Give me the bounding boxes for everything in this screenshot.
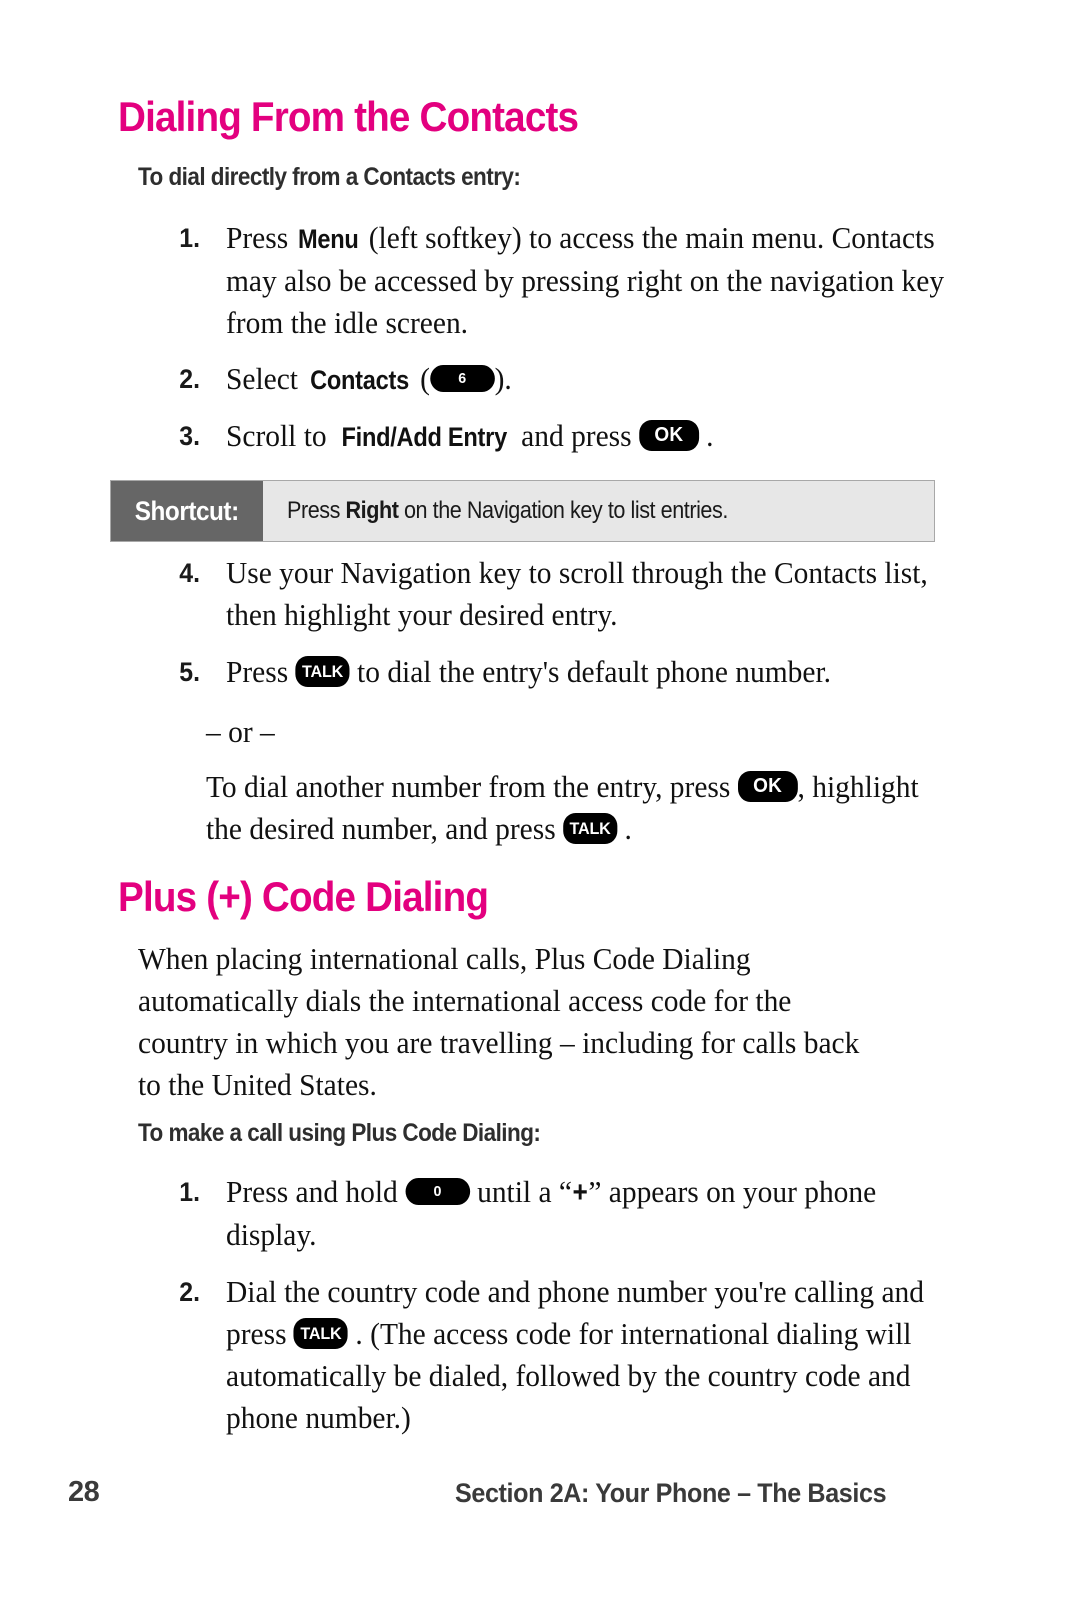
alt-text-after: .: [617, 811, 632, 846]
step-text-mid: and press: [513, 418, 639, 453]
list-number: 2.: [179, 364, 200, 394]
page-title-plus-code-dialing: Plus (+) Code Dialing: [118, 873, 489, 920]
list-item-text: Use your Navigation key to scroll throug…: [226, 555, 928, 632]
alternate-instruction-paragraph: To dial another number from the entry, p…: [206, 766, 938, 850]
plus-code-description-paragraph: When placing international calls, Plus C…: [138, 941, 860, 1102]
list-item-step-5: 5. Press TALK to dial the entry's defaul…: [160, 651, 950, 693]
subheading-to-dial-directly: To dial directly from a Contacts entry:: [138, 163, 521, 191]
list-item-text: Scroll to Find/Add Entry and press OK .: [226, 415, 948, 458]
shortcut-text-after: on the Navigation key to list entries.: [398, 497, 728, 524]
key-glyph-talk: TALK: [295, 656, 350, 688]
footer-page-number: 28: [68, 1476, 100, 1508]
shortcut-label-text: Shortcut:: [135, 495, 239, 526]
shortcut-emphasis-right: Right: [345, 497, 399, 524]
key-glyph-ok: OK: [638, 420, 699, 452]
list-number: 2.: [179, 1277, 200, 1307]
list-item-step-2: 2. Select Contacts (6).: [160, 358, 950, 401]
manual-page: Dialing From the Contacts To dial direct…: [0, 0, 1080, 1620]
page-title-dialing-from-contacts: Dialing From the Contacts: [118, 93, 579, 140]
list-number: 5.: [179, 657, 200, 687]
alt-text-before: To dial another number from the entry, p…: [206, 769, 738, 804]
list-item-text: Select Contacts (6).: [226, 358, 948, 401]
list-item-step-4: 4. Use your Navigation key to scroll thr…: [160, 552, 950, 636]
step-text-after: .: [698, 418, 714, 453]
list-item-text: Press Menu (left softkey) to access the …: [226, 217, 948, 344]
list-number: 4.: [179, 558, 200, 588]
paren-close: ).: [494, 361, 512, 396]
list-number: 1.: [179, 223, 200, 253]
key-glyph-talk: TALK: [293, 1318, 349, 1350]
paren-open: (: [412, 361, 430, 396]
shortcut-label: Shortcut:: [111, 481, 263, 541]
step-text-before: Press and hold: [226, 1174, 406, 1209]
list-item-text: Dial the country code and phone number y…: [226, 1271, 948, 1439]
emphasis-menu: Menu: [298, 224, 359, 254]
footer-section-label: Section 2A: Your Phone – The Basics: [455, 1478, 887, 1508]
step-text-before: Press: [226, 220, 296, 255]
key-glyph-6: 6: [429, 365, 495, 393]
key-glyph-ok: OK: [737, 771, 798, 803]
step-text-after: to dial the entry's default phone number…: [349, 654, 832, 689]
step-text-mid: until a “: [469, 1174, 572, 1209]
or-divider: – or –: [206, 714, 275, 749]
shortcut-text-before: Press: [287, 497, 346, 524]
list-item-plus-step-2: 2. Dial the country code and phone numbe…: [160, 1271, 960, 1439]
list-item-text: Press TALK to dial the entry's default p…: [226, 651, 948, 693]
list-item-text: Press and hold 0 until a “+” appears on …: [226, 1171, 948, 1256]
list-number: 1.: [179, 1177, 200, 1207]
shortcut-callout: Shortcut: Press Right on the Navigation …: [110, 480, 935, 542]
emphasis-contacts: Contacts: [309, 365, 409, 395]
subheading-to-make-a-call: To make a call using Plus Code Dialing:: [138, 1119, 541, 1147]
emphasis-find-add-entry: Find/Add Entry: [341, 422, 507, 452]
step-text-before: Press: [226, 654, 296, 689]
step-text-before: Select: [226, 361, 306, 396]
list-item-step-1: 1. Press Menu (left softkey) to access t…: [160, 217, 950, 344]
emphasis-plus-symbol: +: [572, 1176, 588, 1209]
list-item-plus-step-1: 1. Press and hold 0 until a “+” appears …: [160, 1171, 960, 1256]
key-glyph-talk: TALK: [563, 813, 618, 845]
key-glyph-0: 0: [405, 1178, 470, 1206]
page-footer: 28 Section 2A: Your Phone – The Basics: [0, 1476, 1080, 1522]
list-number: 3.: [179, 421, 200, 451]
list-item-step-3: 3. Scroll to Find/Add Entry and press OK…: [160, 415, 950, 458]
step-text-before: Scroll to: [226, 418, 334, 453]
shortcut-body: Press Right on the Navigation key to lis…: [263, 481, 934, 541]
